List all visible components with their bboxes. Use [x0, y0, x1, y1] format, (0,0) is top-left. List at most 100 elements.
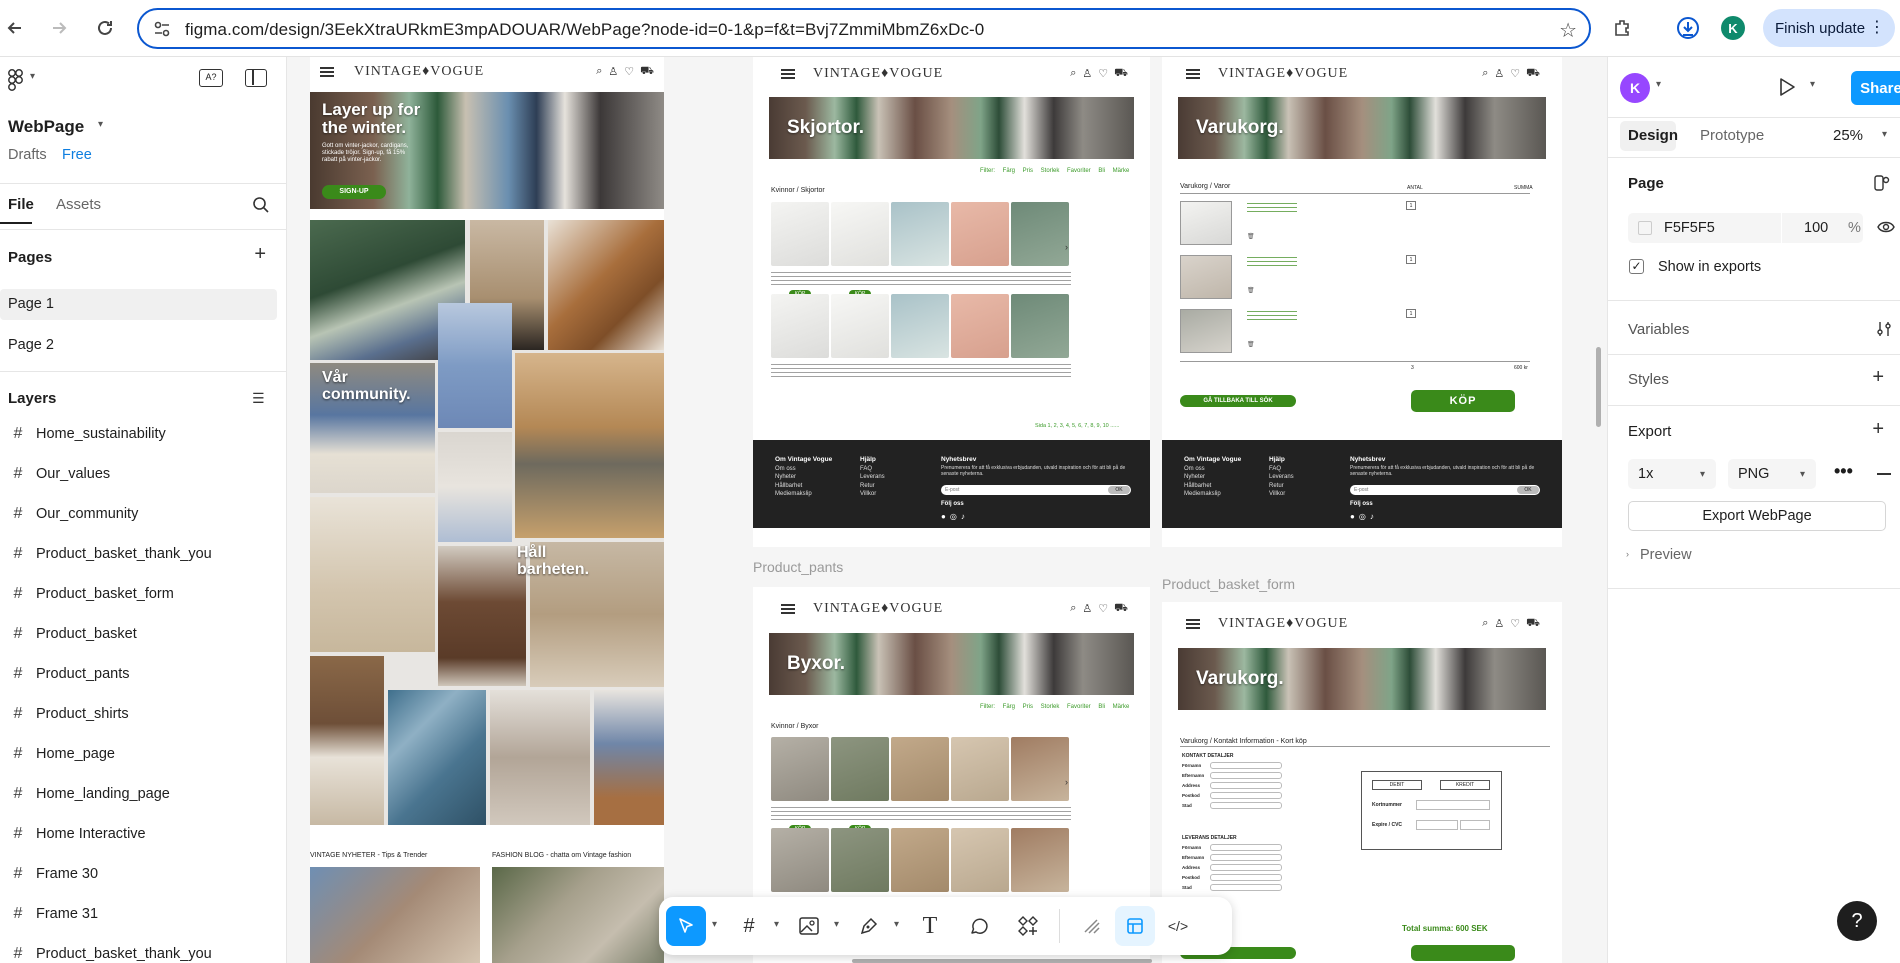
back-icon[interactable]: [0, 13, 30, 43]
chevron-down-icon[interactable]: ▾: [30, 71, 35, 82]
bookmark-star-icon[interactable]: ☆: [1559, 18, 1577, 43]
product-image[interactable]: [951, 828, 1009, 892]
user-avatar[interactable]: K: [1620, 73, 1650, 103]
chevron-down-icon[interactable]: ▾: [774, 919, 779, 930]
product-image[interactable]: [1011, 202, 1069, 266]
form-field-input[interactable]: [1210, 854, 1282, 861]
product-image[interactable]: [771, 202, 829, 266]
text-tool-button[interactable]: T: [910, 906, 950, 946]
footer-link[interactable]: Villkor: [860, 491, 876, 497]
shirts-pager[interactable]: Sida 1, 2, 3, 4, 5, 6, 7, 8, 9, 10 .....…: [1035, 423, 1119, 429]
footer-link[interactable]: Villkor: [1269, 491, 1285, 497]
page-color-field[interactable]: F5F5F5 100 %: [1628, 213, 1863, 243]
layer-item[interactable]: # Home Interactive: [0, 814, 286, 854]
chevron-down-icon[interactable]: ▾: [712, 919, 717, 930]
back-to-search-button[interactable]: GÅ TILLBAKA TILL SÖK: [1180, 395, 1296, 407]
chevron-right-icon[interactable]: ›: [1626, 549, 1629, 559]
footer-link[interactable]: Nyheter: [1184, 474, 1205, 480]
product-image[interactable]: [951, 294, 1009, 358]
expire-input[interactable]: [1416, 820, 1458, 830]
chevron-down-icon[interactable]: ▾: [894, 919, 899, 930]
tab-file[interactable]: File: [0, 196, 42, 213]
add-style-icon[interactable]: +: [1872, 366, 1884, 389]
address-bar[interactable]: figma.com/design/3EekXtraURkmE3mpADOUAR/…: [137, 8, 1591, 49]
zoom-level[interactable]: 25%: [1833, 127, 1863, 144]
product-image[interactable]: [891, 294, 949, 358]
image-tool-button[interactable]: [789, 906, 829, 946]
footer-link[interactable]: Om oss: [775, 466, 796, 472]
trash-icon[interactable]: 🗑: [1247, 341, 1255, 348]
layer-item[interactable]: # Home_sustainability: [0, 414, 286, 454]
frame-home-page[interactable]: VINTAGE♦VOGUE ⌕ ♙ ♡ ⛟ Layer up for the wint…: [310, 57, 664, 963]
footer-email-input[interactable]: E-post: [941, 485, 1131, 495]
page-item-1[interactable]: Page 1: [0, 289, 277, 320]
share-button[interactable]: Share: [1851, 71, 1900, 105]
file-name[interactable]: WebPage: [8, 117, 84, 137]
tab-design[interactable]: Design: [1628, 127, 1678, 144]
present-play-icon[interactable]: [1778, 77, 1796, 100]
form-field-input[interactable]: [1210, 792, 1282, 799]
product-image[interactable]: [1011, 828, 1069, 892]
layer-item[interactable]: # Product_basket_form: [0, 574, 286, 614]
footer-link[interactable]: Leverans: [860, 474, 885, 480]
finish-update-button[interactable]: Finish update ⋮: [1763, 9, 1895, 47]
comment-tool-button[interactable]: [959, 906, 999, 946]
footer-link[interactable]: Mediemakslip: [1184, 491, 1221, 497]
chevron-down-icon[interactable]: ▾: [1810, 79, 1815, 90]
chevron-down-icon[interactable]: ▾: [1656, 79, 1661, 90]
product-image[interactable]: [1011, 294, 1069, 358]
layer-item[interactable]: # Home_page: [0, 734, 286, 774]
visibility-eye-icon[interactable]: [1877, 220, 1895, 237]
basket-qty-input[interactable]: 1: [1406, 201, 1416, 210]
download-icon[interactable]: [1673, 13, 1703, 43]
kredit-button[interactable]: KREDIT: [1440, 780, 1490, 790]
layer-item[interactable]: # Our_values: [0, 454, 286, 494]
sidebar-toggle-icon[interactable]: [245, 69, 267, 87]
search-icon[interactable]: [252, 196, 270, 217]
product-image[interactable]: [951, 202, 1009, 266]
footer-link[interactable]: Retur: [860, 483, 875, 489]
product-image[interactable]: [831, 828, 889, 892]
social-icons[interactable]: ●◎♪: [1350, 512, 1378, 521]
tab-prototype[interactable]: Prototype: [1700, 127, 1764, 144]
drafts-link[interactable]: Drafts: [8, 147, 47, 163]
footer-ok-button[interactable]: OK: [1517, 486, 1539, 494]
basket-qty-input[interactable]: 1: [1406, 255, 1416, 264]
product-image[interactable]: [891, 737, 949, 801]
ai-tool-icon[interactable]: A?: [199, 69, 223, 87]
layer-item[interactable]: # Product_basket: [0, 614, 286, 654]
product-image[interactable]: [891, 828, 949, 892]
plan-badge[interactable]: Free: [62, 147, 92, 163]
form-field-input[interactable]: [1210, 762, 1282, 769]
show-in-exports-checkbox[interactable]: ✓: [1629, 259, 1644, 274]
design-mode-button[interactable]: [1115, 906, 1155, 946]
cvc-input[interactable]: [1460, 820, 1490, 830]
footer-link[interactable]: FAQ: [860, 466, 872, 472]
dev-mode-button[interactable]: </>: [1158, 906, 1198, 946]
layer-item[interactable]: # Product_shirts: [0, 694, 286, 734]
export-format-select[interactable]: PNG ▾: [1728, 459, 1816, 489]
page-style-icon[interactable]: [1874, 175, 1890, 194]
draw-mode-button[interactable]: [1072, 906, 1112, 946]
carousel-next-icon[interactable]: ›: [1065, 777, 1068, 787]
extensions-icon[interactable]: [1608, 13, 1638, 43]
pen-tool-button[interactable]: [849, 906, 889, 946]
chevron-down-icon[interactable]: ▾: [834, 919, 839, 930]
vertical-scrollbar[interactable]: [1596, 347, 1601, 427]
chevron-down-icon[interactable]: ▾: [1882, 129, 1887, 140]
layer-item[interactable]: # Frame 31: [0, 894, 286, 934]
footer-link[interactable]: Retur: [1269, 483, 1284, 489]
footer-link[interactable]: Om oss: [1184, 466, 1205, 472]
trash-icon[interactable]: 🗑: [1247, 287, 1255, 294]
product-image[interactable]: [831, 737, 889, 801]
collapse-layers-icon[interactable]: ☰: [252, 390, 265, 407]
preview-toggle[interactable]: Preview: [1640, 547, 1692, 563]
help-button[interactable]: ?: [1837, 901, 1877, 941]
frame-label-pants[interactable]: Product_pants: [753, 559, 843, 575]
frame-product-shirts[interactable]: VINTAGE♦VOGUE ⌕ ♙ ♡ ⛟ Skjortor. Filter: Fär…: [753, 57, 1150, 547]
layer-item[interactable]: # Our_community: [0, 494, 286, 534]
layer-item[interactable]: # Frame 30: [0, 854, 286, 894]
layer-item[interactable]: # Product_basket_thank_you: [0, 934, 286, 963]
move-tool-button[interactable]: [666, 906, 706, 946]
footer-link[interactable]: Hållbarhet: [775, 483, 802, 489]
